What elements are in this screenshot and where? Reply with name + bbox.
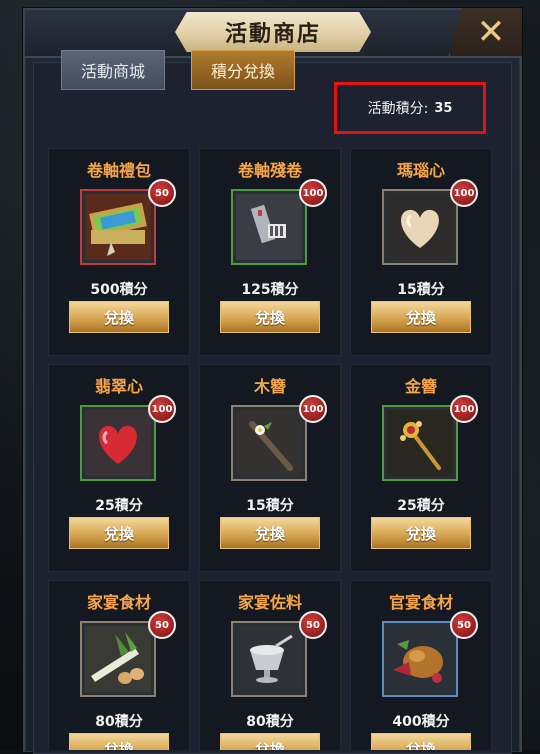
- shop-item-card: 木簪 100 15積分 兌換: [199, 364, 341, 572]
- shop-item-card: 卷軸殘卷 100 125積分 兌換: [199, 148, 341, 356]
- gold-hairpin-icon[interactable]: [382, 405, 458, 481]
- item-cost: 25積分: [95, 498, 143, 514]
- close-icon: ✕: [476, 12, 506, 52]
- family-feast-ingredients-icon[interactable]: [80, 621, 156, 697]
- item-name: 瑪瑙心: [396, 161, 445, 180]
- shop-item-card: 金簪 100 25積分 兌換: [350, 364, 492, 572]
- redeem-button[interactable]: 兌換: [371, 733, 471, 750]
- item-cost: 80積分: [246, 714, 294, 730]
- item-grid: 卷軸禮包 50 500積分 兌換 卷軸殘卷 100 125積分 兌換 瑪瑙心 1…: [46, 144, 493, 750]
- redeem-button[interactable]: 兌換: [220, 733, 320, 750]
- item-cost: 125積分: [241, 282, 299, 298]
- title-plate: 活動商店: [175, 12, 371, 52]
- tab-event-mall[interactable]: 活動商城: [61, 50, 165, 90]
- item-name: 木簪: [253, 377, 286, 396]
- close-button[interactable]: ✕: [449, 8, 522, 56]
- item-cost: 15積分: [246, 498, 294, 514]
- official-feast-ingredients-icon[interactable]: [382, 621, 458, 697]
- item-name: 家宴食材: [86, 593, 151, 612]
- redeem-button[interactable]: 兌換: [371, 517, 471, 549]
- shop-item-card: 官宴食材 50 400積分 兌換: [350, 580, 492, 750]
- redeem-button[interactable]: 兌換: [220, 301, 320, 333]
- quantity-badge: 50: [148, 611, 176, 639]
- agate-heart-icon[interactable]: [382, 189, 458, 265]
- item-cost: 25積分: [397, 498, 445, 514]
- points-value: 35: [434, 100, 453, 116]
- item-name: 翡翠心: [94, 377, 143, 396]
- redeem-button[interactable]: 兌換: [69, 301, 169, 333]
- points-label: 活動積分:: [367, 101, 429, 117]
- jade-heart-icon[interactable]: [80, 405, 156, 481]
- redeem-button[interactable]: 兌換: [220, 517, 320, 549]
- item-name: 卷軸殘卷: [237, 161, 302, 180]
- item-cost: 400積分: [392, 714, 450, 730]
- quantity-badge: 50: [299, 611, 327, 639]
- item-name: 金簪: [404, 377, 437, 396]
- scroll-gift-icon[interactable]: [80, 189, 156, 265]
- quantity-badge: 100: [299, 395, 327, 423]
- scroll-fragment-icon[interactable]: [231, 189, 307, 265]
- tab-points-exchange[interactable]: 積分兌換: [191, 50, 295, 90]
- shop-item-card: 翡翠心 100 25積分 兌換: [48, 364, 190, 572]
- tab-label: 活動商城: [80, 62, 145, 81]
- item-name: 官宴食材: [388, 593, 453, 612]
- quantity-badge: 100: [450, 179, 478, 207]
- item-cost: 500積分: [90, 282, 148, 298]
- shop-item-card: 家宴食材 50 80積分 兌換: [48, 580, 190, 750]
- quantity-badge: 100: [450, 395, 478, 423]
- wooden-hairpin-icon[interactable]: [231, 405, 307, 481]
- quantity-badge: 50: [450, 611, 478, 639]
- quantity-badge: 50: [148, 179, 176, 207]
- redeem-button[interactable]: 兌換: [69, 517, 169, 549]
- tab-label: 積分兌換: [210, 62, 275, 81]
- family-feast-seasoning-icon[interactable]: [231, 621, 307, 697]
- redeem-button[interactable]: 兌換: [371, 301, 471, 333]
- redeem-button[interactable]: 兌換: [69, 733, 169, 750]
- item-cost: 80積分: [95, 714, 143, 730]
- shop-item-card: 瑪瑙心 100 15積分 兌換: [350, 148, 492, 356]
- item-name: 家宴佐料: [237, 593, 302, 612]
- window-title: 活動商店: [224, 22, 321, 47]
- item-name: 卷軸禮包: [86, 161, 151, 180]
- item-cost: 15積分: [397, 282, 445, 298]
- shop-item-card: 卷軸禮包 50 500積分 兌換: [48, 148, 190, 356]
- quantity-badge: 100: [148, 395, 176, 423]
- event-points-display: 活動積分: 35: [334, 82, 486, 134]
- quantity-badge: 100: [299, 179, 327, 207]
- shop-item-card: 家宴佐料 50 80積分 兌換: [199, 580, 341, 750]
